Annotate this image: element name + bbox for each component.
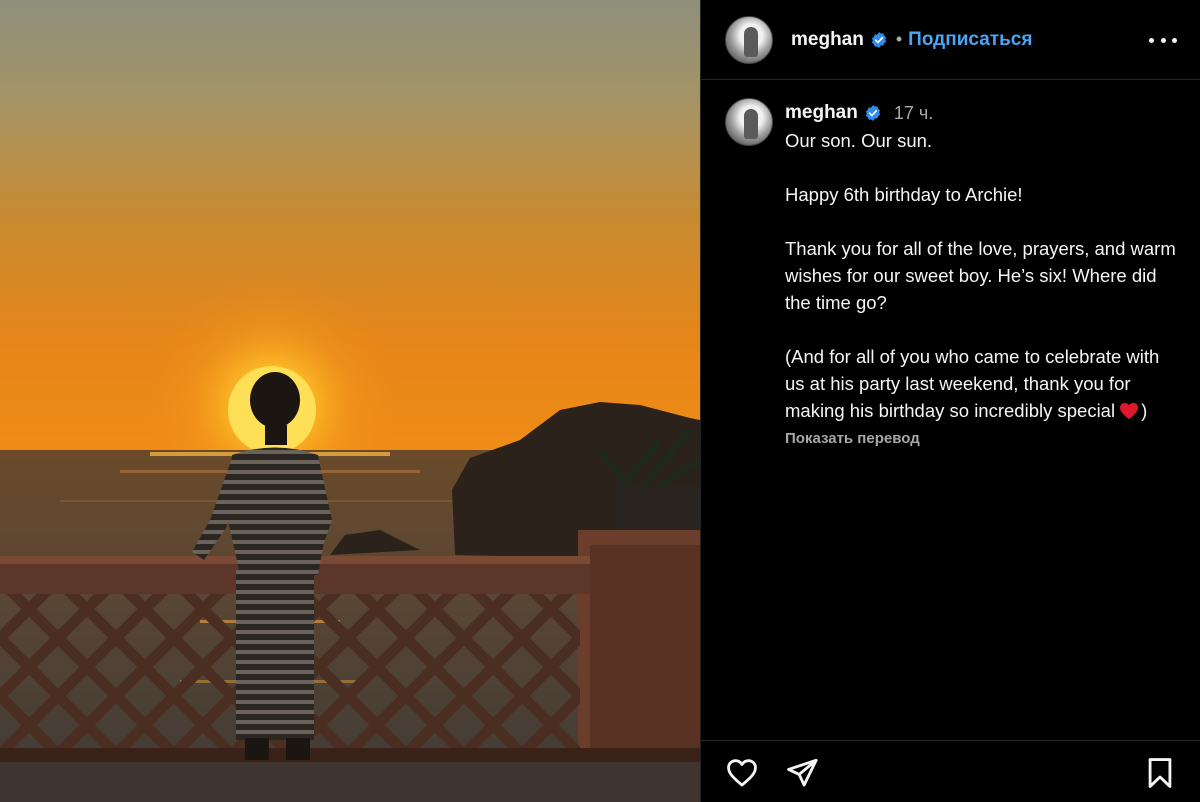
author-username[interactable]: meghan — [791, 29, 864, 51]
verified-badge-icon — [871, 31, 886, 48]
caption-main-text: Our son. Our sun. Happy 6th birthday to … — [785, 130, 1176, 421]
caption-text: Our son. Our sun. Happy 6th birthday to … — [785, 127, 1181, 424]
heart-outline-icon — [727, 759, 757, 787]
caption-body: meghan 17 ч. Our son. Our sun. Happy 6th… — [785, 98, 1181, 447]
post-photo[interactable] — [0, 0, 700, 802]
caption-author-username[interactable]: meghan — [785, 102, 858, 124]
red-heart-emoji-icon — [1120, 402, 1139, 420]
caption-block: meghan 17 ч. Our son. Our sun. Happy 6th… — [725, 98, 1181, 447]
post-actions-bar — [701, 740, 1200, 802]
instagram-post: meghan • Подписаться meghan 17 ч. Our so… — [0, 0, 1200, 802]
post-timestamp[interactable]: 17 ч. — [894, 103, 933, 124]
caption-closing-paren: ) — [1141, 400, 1148, 421]
caption-header: meghan 17 ч. — [785, 98, 1181, 128]
show-translation-link[interactable]: Показать перевод — [785, 430, 1181, 447]
caption-author-avatar[interactable] — [725, 98, 773, 146]
follow-button[interactable]: Подписаться — [908, 29, 1032, 51]
share-button[interactable] — [785, 756, 819, 790]
bookmark-icon — [1148, 758, 1172, 788]
paper-plane-icon — [787, 758, 818, 787]
more-options-icon[interactable] — [1149, 26, 1177, 54]
author-avatar[interactable] — [725, 15, 773, 64]
separator-dot: • — [895, 29, 903, 49]
sunset-photo — [0, 0, 700, 802]
post-side-panel: meghan • Подписаться meghan 17 ч. Our so… — [700, 0, 1200, 802]
save-button[interactable] — [1143, 756, 1177, 790]
post-header: meghan • Подписаться — [701, 0, 1200, 80]
like-button[interactable] — [725, 756, 759, 790]
verified-badge-icon — [865, 105, 880, 121]
